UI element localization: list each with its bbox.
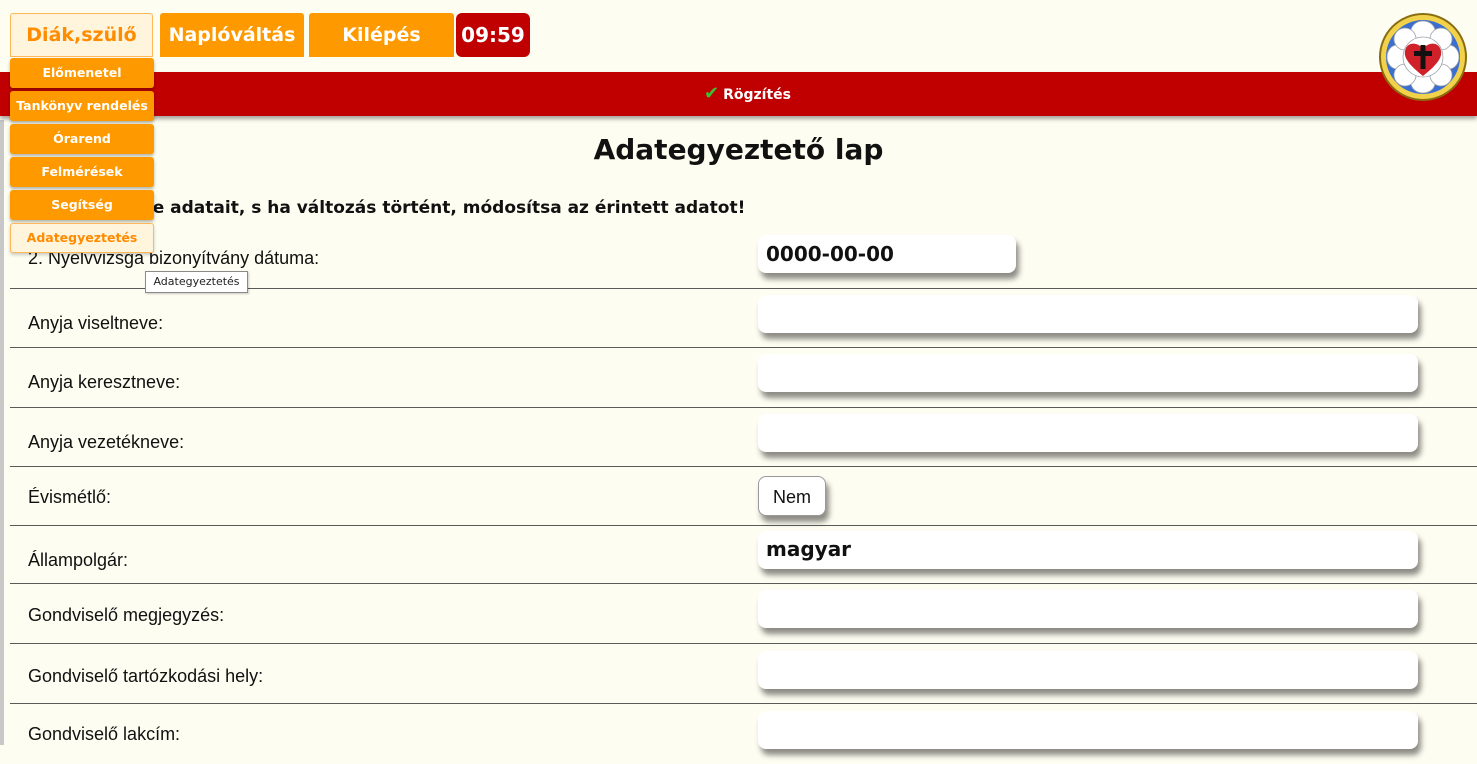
checkmark-icon: ✔ (704, 83, 720, 104)
mother-last-name-field[interactable] (758, 414, 1418, 452)
row-label: Gondviselő lakcím: (28, 724, 181, 744)
form-row-gondviselo-tartozkodasi-hely: Gondviselő tartózkodási hely: (10, 644, 1477, 704)
menu-item-orarend[interactable]: Órarend (10, 124, 154, 154)
form-row-anyja-vezetekneve: Anyja vezetékneve: (10, 408, 1477, 467)
date-field[interactable]: 0000-00-00 (758, 235, 1016, 273)
page-title: Adategyeztető lap (593, 133, 884, 166)
form-row-anyja-viseltneve: Anyja viseltneve: (10, 289, 1477, 348)
instruction-text: rizze gyermeke adatait, s ha változás tö… (18, 198, 746, 218)
row-label: Gondviselő megjegyzés: (28, 605, 225, 625)
mother-first-name-field[interactable] (758, 354, 1418, 392)
form-row-allampolgar: Állampolgár: magyar (10, 526, 1477, 584)
tooltip: Adategyeztetés (145, 271, 248, 293)
save-button[interactable]: ✔ Rögzítés (704, 72, 791, 116)
menu-item-adategyeztetes[interactable]: Adategyeztetés (10, 223, 154, 253)
save-button-label: Rögzítés (723, 87, 791, 103)
session-timer: 09:59 (456, 13, 530, 57)
citizenship-field[interactable]: magyar (758, 531, 1418, 569)
tab-diak-szulo[interactable]: Diák,szülő (10, 13, 153, 57)
command-bar: ✔ Rögzítés (0, 72, 1477, 116)
school-logo (1379, 13, 1467, 101)
menu-item-segitseg[interactable]: Segítség (10, 190, 154, 220)
form-row-gondviselo-lakcim: Gondviselő lakcím: (10, 704, 1477, 764)
row-label: Anyja vezetékneve: (28, 432, 185, 452)
row-label: Anyja keresztneve: (28, 372, 181, 392)
menu-item-felmeresek[interactable]: Felmérések (10, 157, 154, 187)
row-label: Anyja viseltneve: (28, 313, 164, 333)
menu-item-tankonyv-rendeles[interactable]: Tankönyv rendelés (10, 91, 154, 121)
form-row-gondviselo-megjegyzes: Gondviselő megjegyzés: (10, 584, 1477, 644)
form-row-anyja-keresztneve: Anyja keresztneve: (10, 348, 1477, 408)
repeat-year-select[interactable]: Nem (758, 476, 826, 516)
tab-kilepes[interactable]: Kilépés (309, 13, 454, 57)
guardian-note-field[interactable] (758, 590, 1418, 628)
row-label: Évismétlő: (28, 487, 112, 507)
row-label: Állampolgár: (28, 550, 129, 570)
guardian-residence-field[interactable] (758, 651, 1418, 689)
menu-item-elomenetel[interactable]: Előmenetel (10, 58, 154, 88)
tab-naplovaltas[interactable]: Naplóváltás (160, 13, 304, 57)
mother-maiden-name-field[interactable] (758, 295, 1418, 333)
form-row-evismetlo: Évismétlő: Nem (10, 467, 1477, 526)
top-bar: Diák,szülő Naplóváltás Kilépés 09:59 (0, 0, 1477, 72)
guardian-address-field[interactable] (758, 711, 1418, 749)
row-label: Gondviselő tartózkodási hely: (28, 666, 264, 686)
